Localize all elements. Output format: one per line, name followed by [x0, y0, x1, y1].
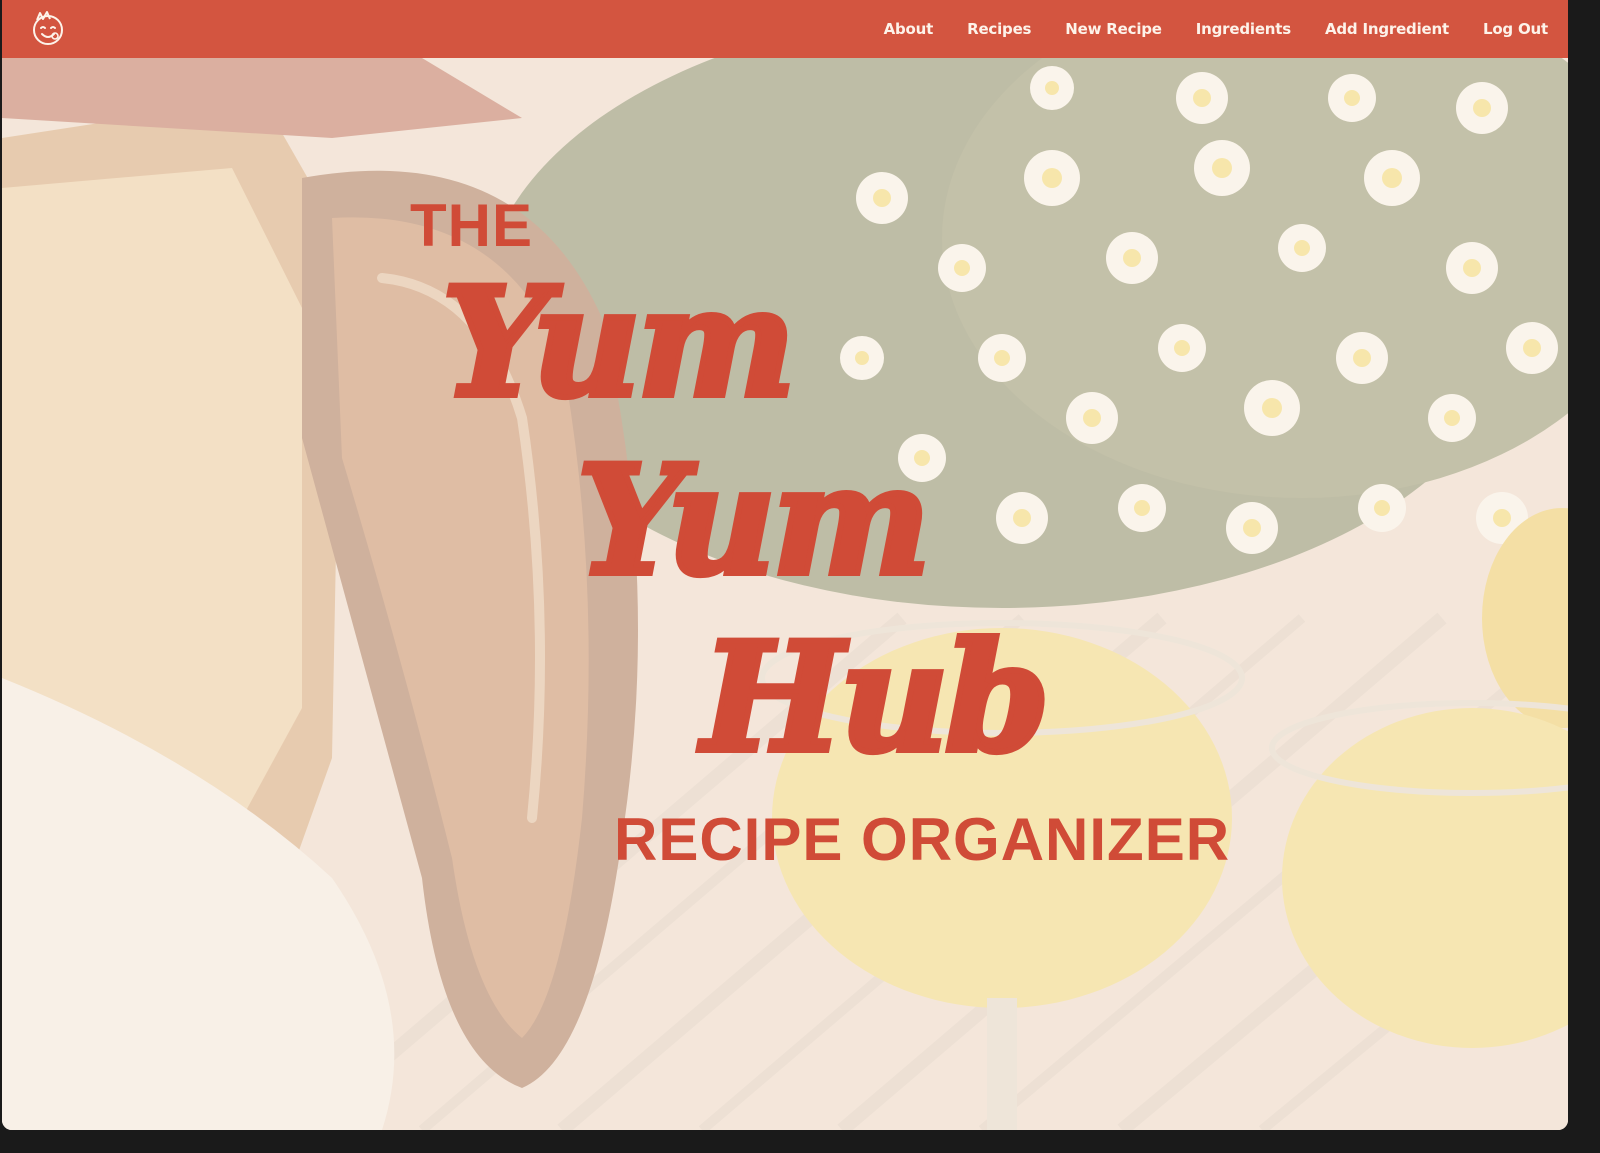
app-window: About Recipes New Recipe Ingredients Add…	[2, 0, 1568, 1130]
nav-links: About Recipes New Recipe Ingredients Add…	[850, 0, 1568, 58]
subtitle-recipe-organizer: RECIPE ORGANIZER	[614, 806, 1231, 873]
nav-link-about[interactable]: About	[884, 20, 934, 38]
title-the: THE	[410, 192, 533, 259]
nav-link-new-recipe[interactable]: New Recipe	[1065, 20, 1162, 38]
smiling-face-logo-icon[interactable]	[28, 8, 68, 48]
hero-section: THE Yum Yum Hub RECIPE ORGANIZER	[2, 58, 1568, 1130]
nav-link-ingredients[interactable]: Ingredients	[1196, 20, 1291, 38]
nav-link-log-out[interactable]: Log Out	[1483, 20, 1548, 38]
title-script-line-3: Hub	[699, 610, 1053, 786]
nav-link-recipes[interactable]: Recipes	[967, 20, 1031, 38]
title-script-line-2: Yum	[574, 433, 934, 609]
nav-link-add-ingredient[interactable]: Add Ingredient	[1325, 20, 1449, 38]
title-script-line-1: Yum	[439, 255, 799, 431]
top-navbar: About Recipes New Recipe Ingredients Add…	[2, 0, 1568, 58]
